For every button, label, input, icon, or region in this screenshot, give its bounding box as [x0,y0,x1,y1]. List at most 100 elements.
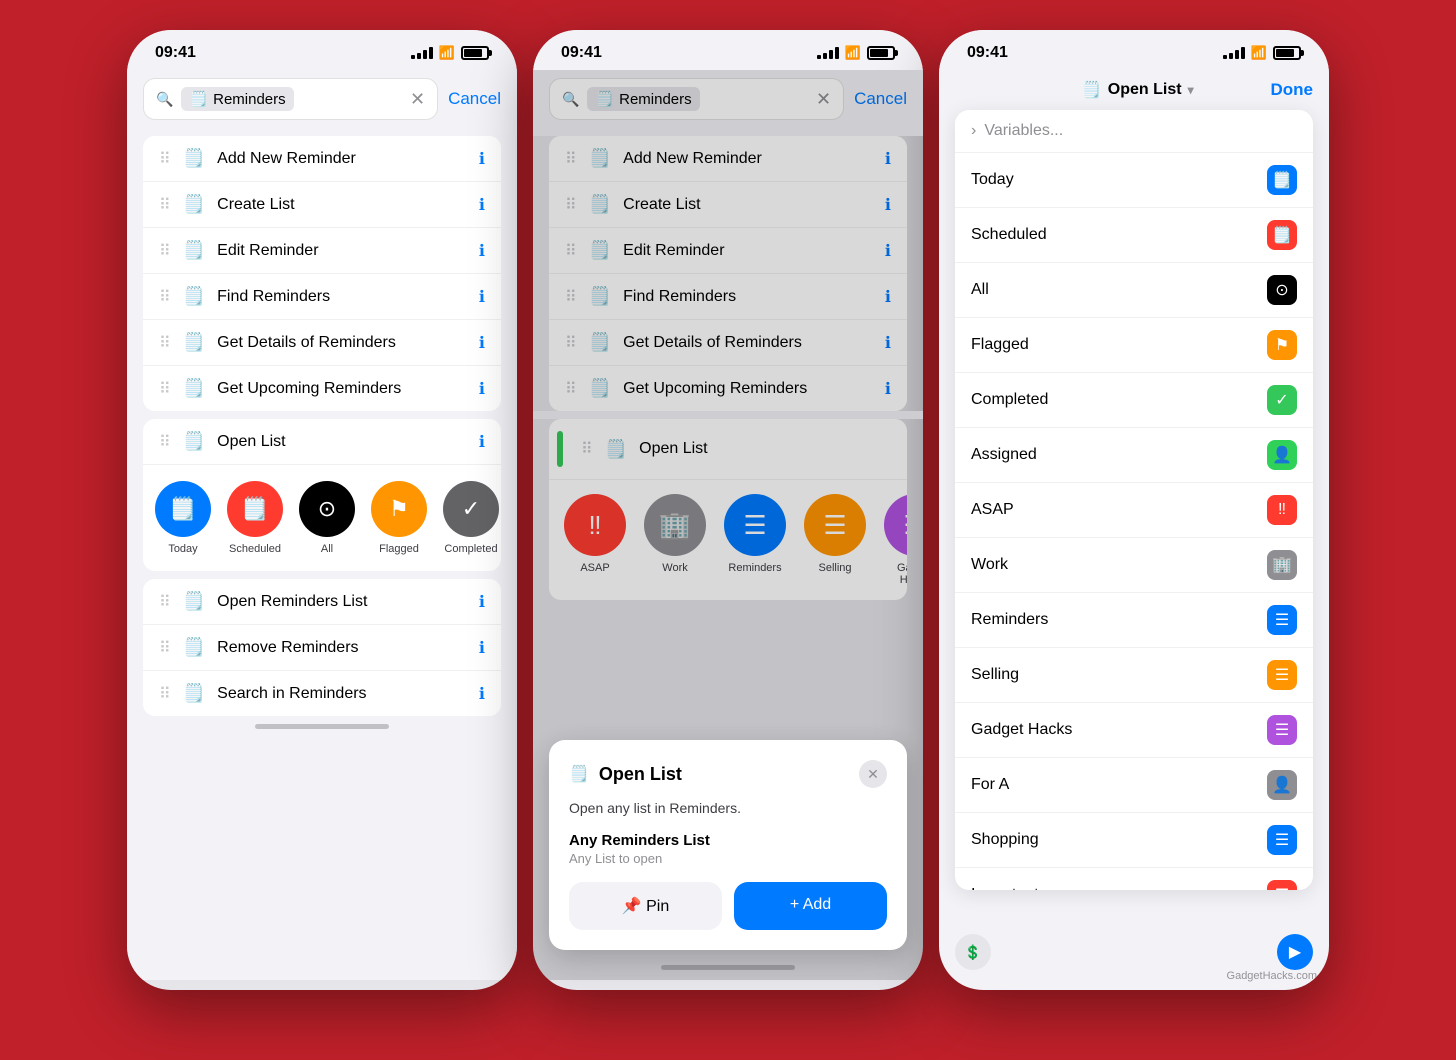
modal-sheet: 🗒️ Open List ✕ Open any list in Reminder… [549,740,907,950]
item-label: Work [971,556,1255,574]
info-icon[interactable]: ℹ [479,287,485,307]
list-item-add-reminder[interactable]: ⠿ 🗒️ Add New Reminder ℹ [143,136,501,182]
dropdown-item-flagged[interactable]: Flagged ⚑ [955,318,1313,373]
info-icon[interactable]: ℹ [479,638,485,658]
dropdown-item-shopping[interactable]: Shopping ☰ [955,813,1313,868]
search-input-1[interactable]: 🔍 🗒️ Reminders ✕ [143,78,438,120]
wifi-icon-1: 📶 [439,45,455,61]
bottom-icon-left[interactable]: 💲 [955,934,991,970]
list-item-get-details[interactable]: ⠿ 🗒️ Get Details of Reminders ℹ [143,320,501,366]
s2-item-4[interactable]: ⠿ 🗒️ Find Reminders ℹ [549,274,907,320]
info-icon[interactable]: ℹ [885,333,891,353]
play-button[interactable]: ▶ [1277,934,1313,970]
item-icon: 🗒️ [183,286,205,307]
item-label: Assigned [971,446,1255,464]
dropdown-item-completed[interactable]: Completed ✓ [955,373,1313,428]
dropdown-item-all[interactable]: All ⊙ [955,263,1313,318]
dropdown-item-for-a[interactable]: For A 👤 [955,758,1313,813]
dropdown-item-important[interactable]: Important ☰ [955,868,1313,890]
info-icon[interactable]: ℹ [479,379,485,399]
dropdown-item-today[interactable]: Today 🗒️ [955,153,1313,208]
modal-close-btn[interactable]: ✕ [859,760,887,788]
signal-icon-2 [817,47,839,59]
dropdown-item-asap[interactable]: ASAP ‼ [955,483,1313,538]
circle-reminders-2[interactable]: ☰ Reminders [725,494,785,586]
list-item-open-list[interactable]: ⠿ 🗒️ Open Reminders List ℹ [143,579,501,625]
circle-label: Selling [818,562,851,574]
dropdown-item-scheduled[interactable]: Scheduled 🗒️ [955,208,1313,263]
modal-description: Open any list in Reminders. [569,800,887,816]
s2-item-2[interactable]: ⠿ 🗒️ Create List ℹ [549,182,907,228]
item-icon: 🗒️ [183,591,205,612]
modal-field-label: Any Reminders List [569,832,887,849]
circle-flagged-1[interactable]: ⚑ Flagged [371,481,427,555]
add-button[interactable]: + Add [734,882,887,930]
header-title: Open List [1108,81,1182,99]
circle-selling-2[interactable]: ☰ Selling [805,494,865,586]
list-item-find-reminders[interactable]: ⠿ 🗒️ Find Reminders ℹ [143,274,501,320]
s2-item-3[interactable]: ⠿ 🗒️ Edit Reminder ℹ [549,228,907,274]
circle-bg: ✓ [443,481,499,537]
s2-item-1[interactable]: ⠿ 🗒️ Add New Reminder ℹ [549,136,907,182]
list-item-edit-reminder[interactable]: ⠿ 🗒️ Edit Reminder ℹ [143,228,501,274]
info-icon[interactable]: ℹ [885,195,891,215]
search-clear-1[interactable]: ✕ [410,89,425,110]
open-list-header-2[interactable]: ⠿ 🗒️ Open List [549,419,907,480]
dropdown-item-work[interactable]: Work 🏢 [955,538,1313,593]
screen2: 09:41 📶 🔍 [533,30,923,990]
s2-item-6[interactable]: ⠿ 🗒️ Get Upcoming Reminders ℹ [549,366,907,411]
circle-bg: ☰ [804,494,866,556]
dropdown-item-reminders[interactable]: Reminders ☰ [955,593,1313,648]
drag-handle: ⠿ [565,149,577,169]
list-item-create-list[interactable]: ⠿ 🗒️ Create List ℹ [143,182,501,228]
item-icon: ☰ [1267,605,1297,635]
cancel-btn-2[interactable]: Cancel [854,89,907,109]
search-input-2[interactable]: 🔍 🗒️ Reminders ✕ [549,78,844,120]
info-icon[interactable]: ℹ [885,241,891,261]
circle-work-2[interactable]: 🏢 Work [645,494,705,586]
variables-item[interactable]: › Variables... [955,110,1313,153]
open-list-header-1[interactable]: ⠿ 🗒️ Open List ℹ [143,419,501,465]
circle-bg: ☰ [724,494,786,556]
done-button[interactable]: Done [1270,80,1313,100]
item-label: Find Reminders [623,288,873,306]
bottom-actions-3: 💲 ▶ [955,934,1313,970]
item-icon: 👤 [1267,440,1297,470]
circle-scheduled-1[interactable]: 🗒️ Scheduled [227,481,283,555]
list-item-remove[interactable]: ⠿ 🗒️ Remove Reminders ℹ [143,625,501,671]
info-icon[interactable]: ℹ [479,149,485,169]
dropdown-title[interactable]: 🗒️ Open List ▾ [1082,80,1194,100]
info-icon[interactable]: ℹ [479,241,485,261]
circle-today-1[interactable]: 🗒️ Today [155,481,211,555]
open-list-section-1: ⠿ 🗒️ Open List ℹ 🗒️ Today 🗒️ Scheduled [143,419,501,571]
s2-item-5[interactable]: ⠿ 🗒️ Get Details of Reminders ℹ [549,320,907,366]
circle-all-1[interactable]: ⊙ All [299,481,355,555]
item-icon: 🗒️ [605,439,627,460]
screen2-body: 🔍 🗒️ Reminders ✕ Cancel ⠿ 🗒️ Add New [533,70,923,980]
info-icon[interactable]: ℹ [885,379,891,399]
info-icon[interactable]: ℹ [479,432,485,452]
dropdown-item-selling[interactable]: Selling ☰ [955,648,1313,703]
pin-button[interactable]: 📌 Pin [569,882,722,930]
info-icon[interactable]: ℹ [479,333,485,353]
dropdown-item-assigned[interactable]: Assigned 👤 [955,428,1313,483]
circle-asap-2[interactable]: ‼ ASAP [565,494,625,586]
info-icon[interactable]: ℹ [885,149,891,169]
dropdown-item-gadget-hacks[interactable]: Gadget Hacks ☰ [955,703,1313,758]
item-icon: 👤 [1267,770,1297,800]
drag-handle: ⠿ [565,241,577,261]
search-clear-2[interactable]: ✕ [816,89,831,110]
info-icon[interactable]: ℹ [479,195,485,215]
cancel-btn-1[interactable]: Cancel [448,89,501,109]
item-label: Get Upcoming Reminders [217,380,467,398]
screen3: 09:41 📶 🗒️ Open List ▾ [939,30,1329,990]
info-icon[interactable]: ℹ [885,287,891,307]
circle-completed-1[interactable]: ✓ Completed [443,481,499,555]
list-item-get-upcoming[interactable]: ⠿ 🗒️ Get Upcoming Reminders ℹ [143,366,501,411]
circle-gadget-2[interactable]: ☰ Gadget Hacks [885,494,907,586]
info-icon[interactable]: ℹ [479,592,485,612]
open-list-icons-1: 🗒️ Today 🗒️ Scheduled ⊙ All ⚑ Flagged [143,465,501,571]
circle-bg: ☰ [884,494,907,556]
info-icon[interactable]: ℹ [479,684,485,704]
list-item-search[interactable]: ⠿ 🗒️ Search in Reminders ℹ [143,671,501,716]
